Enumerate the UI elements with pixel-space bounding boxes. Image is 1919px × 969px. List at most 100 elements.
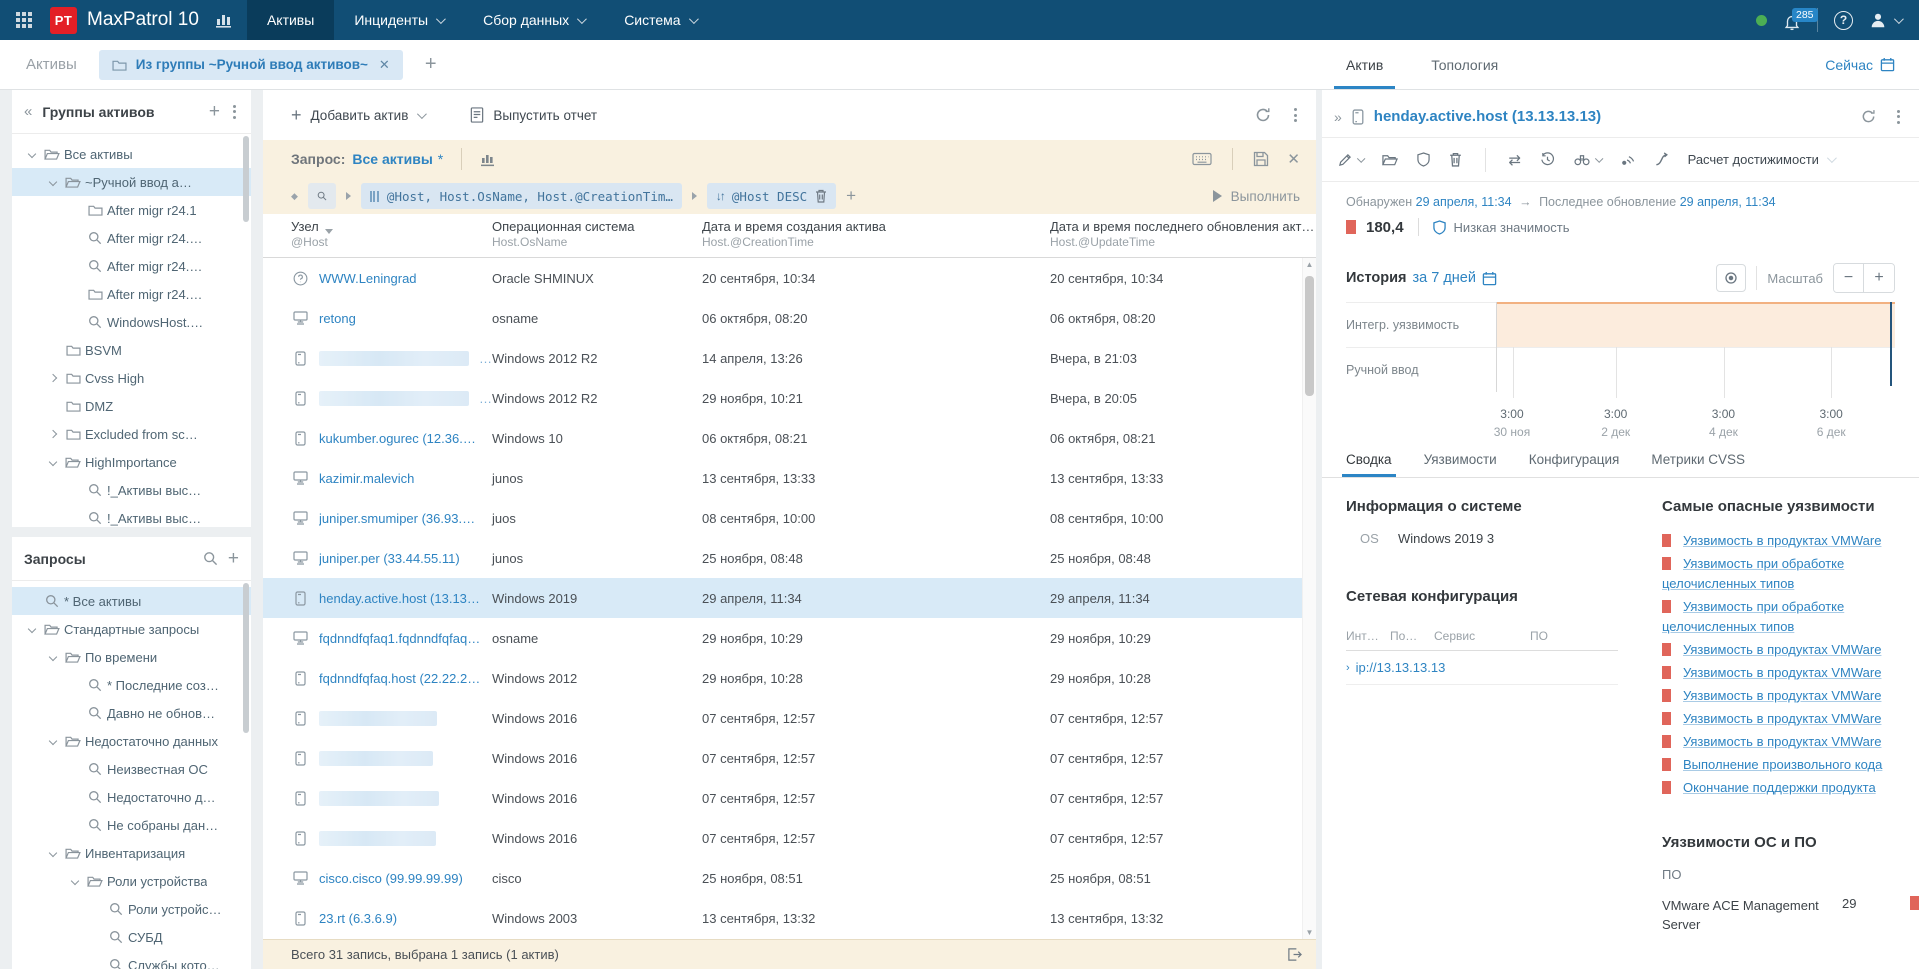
scan-button[interactable] [1574,153,1601,166]
expand-arrow[interactable] [45,459,61,465]
scroll-down-icon[interactable]: ▼ [1306,928,1314,937]
scroll-thumb[interactable] [1305,276,1314,396]
tree-item[interactable]: DMZ [12,392,251,420]
chart-view-icon[interactable] [480,152,496,167]
expand-arrow[interactable] [45,850,61,856]
vulnerability-link[interactable]: Уязвимость при обработке целочисленных т… [1662,556,1844,591]
table-row[interactable]: … Windows 2012 R2 29 ноября, 10:21 Вчера… [263,378,1316,418]
tree-item[interactable]: Роли устройс… [12,895,251,923]
column-header-updated[interactable]: Дата и время последнего обновления акт… … [1050,219,1314,249]
table-row[interactable]: cisco.cisco (99.99.99.99) cisco 25 ноябр… [263,858,1316,898]
ping-icon[interactable] [1620,153,1635,167]
add-filter-button[interactable]: + [846,186,856,206]
add-tab-button[interactable]: + [425,53,437,76]
table-row[interactable]: Windows 2016 07 сентября, 12:57 07 сентя… [263,698,1316,738]
detail-section-tab[interactable]: Уязвимости [1424,452,1497,477]
tree-item[interactable]: СУБД [12,923,251,951]
tree-item[interactable]: After migr r24.1 [12,196,251,224]
tree-item[interactable]: Стандартные запросы [12,615,251,643]
tree-item[interactable]: BSVM [12,336,251,364]
tree-item[interactable]: After migr r24.… [12,224,251,252]
vulnerability-link[interactable]: Уязвимость в продуктах VMWare [1683,734,1881,749]
table-row[interactable]: henday.active.host (13.13.13.13) Windows… [263,578,1316,618]
software-vuln-row[interactable]: VMware ACE Management Server 29 [1662,896,1919,934]
tree-item[interactable]: !_Активы выс… [12,504,251,532]
compare-icon[interactable]: ⇄ [1509,151,1522,169]
expand-arrow[interactable] [45,654,61,660]
column-header-created[interactable]: Дата и время создания актива Host.@Creat… [702,219,1050,249]
expand-arrow[interactable] [24,151,40,157]
tree-item[interactable]: HighImportance [12,448,251,476]
column-header-host[interactable]: Узел @Host [291,219,492,249]
table-row[interactable]: retong osname 06 октября, 08:20 06 октяб… [263,298,1316,338]
nav-item[interactable]: Система [604,0,715,40]
tree-item[interactable]: After migr r24.… [12,252,251,280]
asset-link[interactable]: WWW.Leningrad [319,271,417,286]
tree-item[interactable]: WindowsHost.… [12,308,251,336]
close-query-icon[interactable]: ✕ [1287,150,1300,168]
group-tab[interactable]: Из группы ~Ручной ввод активов~ ✕ [99,50,403,80]
zoom-out-button[interactable]: − [1834,264,1864,292]
tree-item[interactable]: * Последние соз… [12,671,251,699]
vulnerability-link[interactable]: Уязвимость в продуктах VMWare [1683,711,1881,726]
table-row[interactable]: fqdnndfqfaq1.fqdnndfqfaq (23.33.… osname… [263,618,1316,658]
add-query-button[interactable]: + [228,549,239,568]
vulnerability-link[interactable]: Уязвимость при обработке целочисленных т… [1662,599,1844,634]
tree-item[interactable]: Давно не обнов… [12,699,251,727]
expand-arrow[interactable] [45,431,61,437]
detail-view-tab[interactable]: Актив [1340,40,1389,89]
table-row[interactable]: fqdnndfqfaq.host (22.22.22.22) Windows 2… [263,658,1316,698]
tree-item[interactable]: ~Ручной ввод а… [12,168,251,196]
add-asset-button[interactable]: +Добавить актив [291,105,424,126]
nav-item[interactable]: Активы [247,0,334,40]
network-row[interactable]: › ip://13.13.13.13 [1346,651,1618,685]
vulnerability-link[interactable]: Окончание поддержки продукта [1683,780,1876,795]
expand-arrow[interactable] [45,738,61,744]
nav-item[interactable]: Сбор данных [463,0,604,40]
detail-section-tab[interactable]: Метрики CVSS [1651,452,1745,477]
close-icon[interactable]: ✕ [379,57,390,73]
tree-item[interactable]: Недостаточно д… [12,783,251,811]
route-icon[interactable] [1654,152,1669,167]
history-chart[interactable]: Интегр. уязвимость Ручной ввод [1346,302,1895,392]
table-scrollbar[interactable]: ▲ ▼ [1302,258,1316,939]
vulnerability-link[interactable]: Уязвимость в продуктах VMWare [1683,533,1881,548]
tree-item[interactable]: Роли устройства [12,867,251,895]
generate-report-button[interactable]: Выпустить отчет [470,107,597,123]
column-header-os[interactable]: Операционная система Host.OsName [492,219,702,249]
table-row[interactable]: Windows 2016 07 сентября, 12:57 07 сентя… [263,778,1316,818]
asset-link[interactable]: fqdnndfqfaq1.fqdnndfqfaq (23.33.… [319,631,482,646]
refresh-icon[interactable] [1861,109,1876,124]
tree-item[interactable]: Инвентаризация [12,839,251,867]
significance-button[interactable] [1417,152,1430,167]
tree-item[interactable]: Не собраны дан… [12,811,251,839]
dashboard-icon[interactable] [215,12,233,28]
tree-item[interactable]: Недостаточно данных [12,727,251,755]
detail-view-tab[interactable]: Топология [1425,40,1504,89]
query-name[interactable]: Все активы [352,151,432,167]
table-menu-icon[interactable] [1291,105,1300,125]
expand-panel-icon[interactable]: » [1334,109,1342,125]
asset-link[interactable]: 23.rt (6.3.6.9) [319,911,397,926]
history-icon[interactable] [1540,152,1555,167]
vulnerability-link[interactable]: Уязвимость в продуктах VMWare [1683,665,1881,680]
expand-arrow[interactable] [45,179,61,185]
notifications-button[interactable]: 285 [1783,9,1801,31]
table-row[interactable]: … Windows 2012 R2 14 апреля, 13:26 Вчера… [263,338,1316,378]
export-icon[interactable] [1287,947,1302,962]
tree-item[interactable]: * Все активы [12,587,251,615]
table-row[interactable]: Windows 2016 07 сентября, 12:57 07 сентя… [263,818,1316,858]
move-to-group-button[interactable] [1382,153,1398,166]
groups-scrollbar[interactable] [242,136,250,523]
table-row[interactable]: kukumber.ogurec (12.36.46.8) Windows 10 … [263,418,1316,458]
table-row[interactable]: Windows 2016 07 сентября, 12:57 07 сентя… [263,738,1316,778]
sort-chip[interactable]: ↓↑ @Host DESC [707,183,836,209]
time-selector[interactable]: Сейчас [1825,40,1919,89]
asset-link[interactable]: henday.active.host (13.13.13.13) [319,591,482,606]
scroll-up-icon[interactable]: ▲ [1306,260,1314,269]
help-icon[interactable]: ? [1834,11,1853,30]
table-row[interactable]: WWW.Leningrad Oracle SHMINUX 20 сентября… [263,258,1316,298]
tree-item[interactable]: !_Активы выс… [12,476,251,504]
expand-arrow[interactable] [24,626,40,632]
discovered-date-link[interactable]: 29 апреля, 11:34 [1416,195,1512,209]
